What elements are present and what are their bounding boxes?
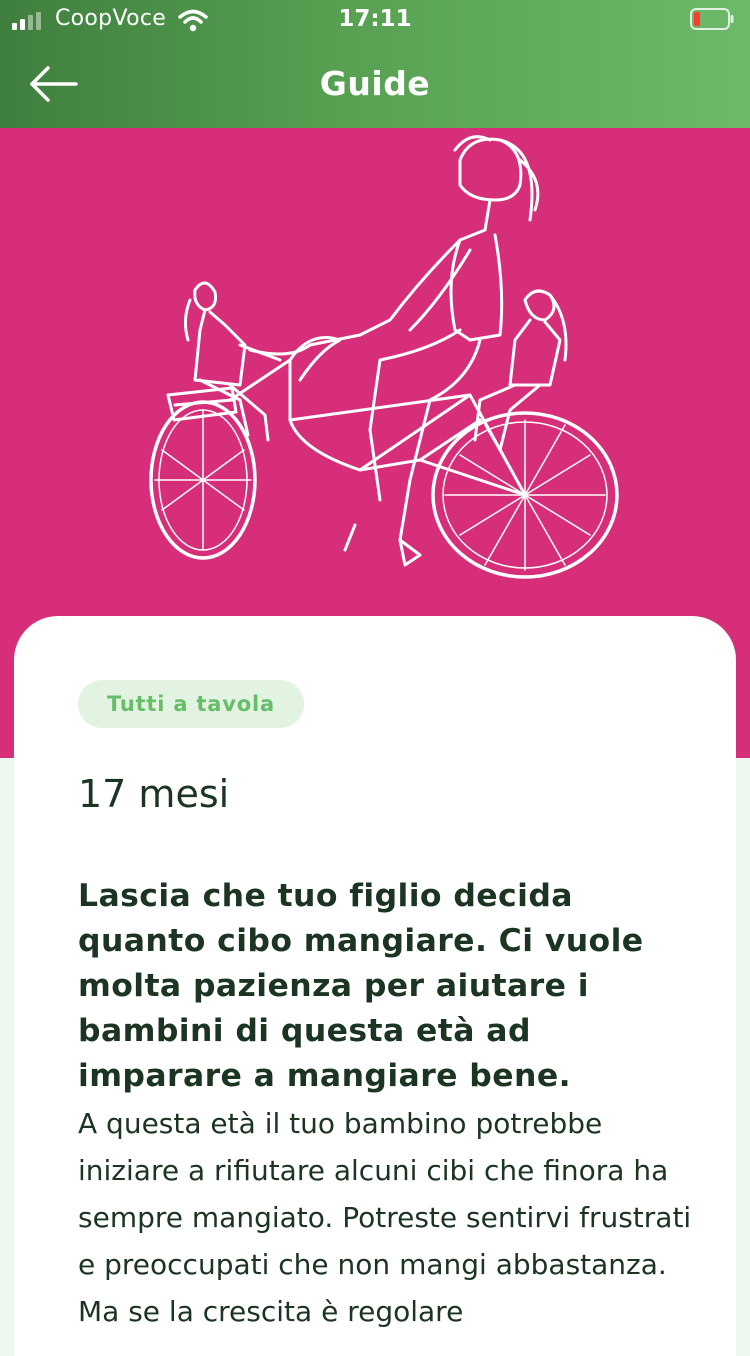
status-bar: CoopVoce 17:11: [0, 0, 750, 40]
article-headline: Lascia che tuo figlio decida quanto cibo…: [78, 878, 644, 1094]
article-card: Tutti a tavola 17 mesi Lascia che tuo fi…: [14, 616, 736, 1356]
battery-low-icon: [690, 8, 734, 30]
page-title: Guide: [319, 64, 431, 103]
category-tag[interactable]: Tutti a tavola: [78, 680, 304, 728]
status-time: 17:11: [338, 6, 412, 32]
article-body: A questa età il tuo bambino potrebbe ini…: [78, 1107, 692, 1328]
age-heading: 17 mesi: [78, 772, 230, 816]
app-header: CoopVoce 17:11 Guide: [0, 0, 750, 128]
